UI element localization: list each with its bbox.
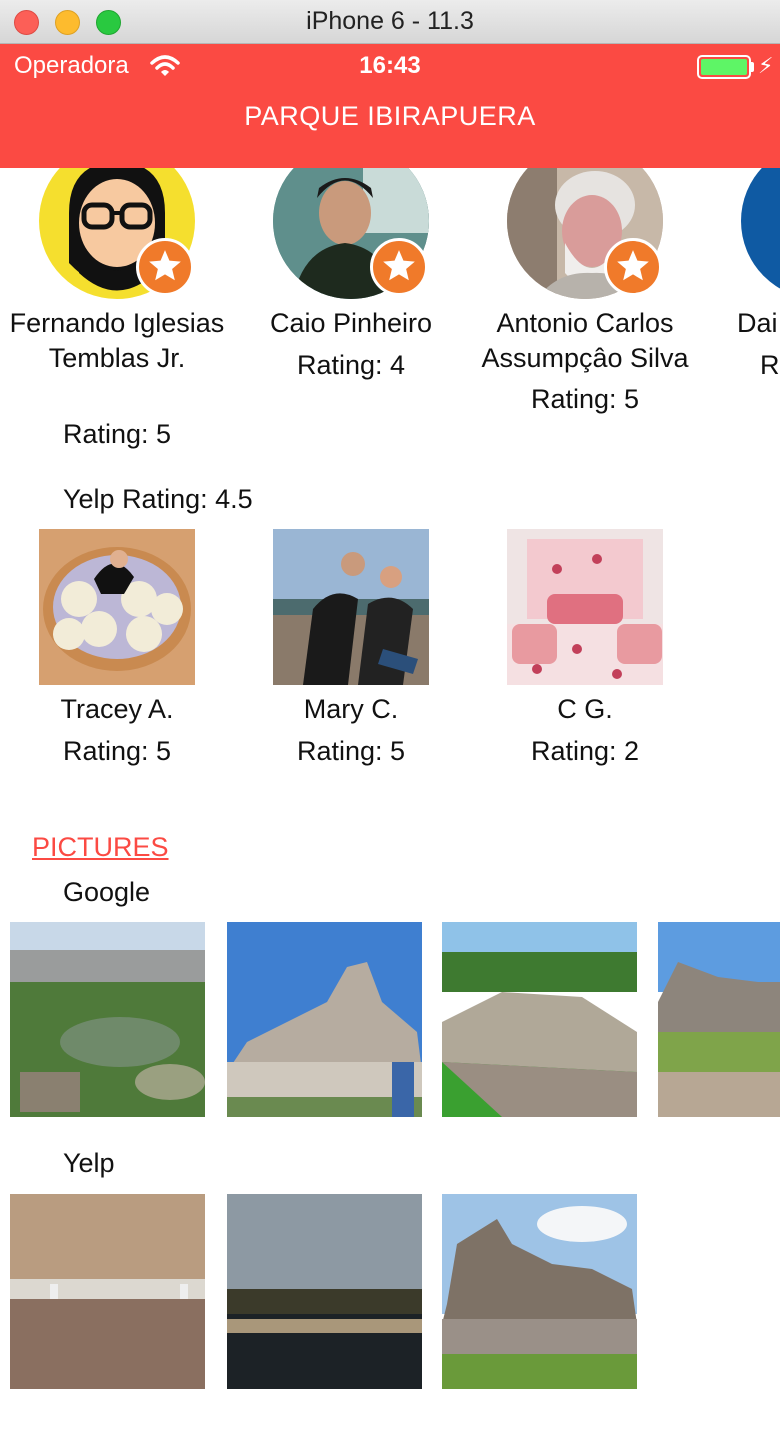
google-photo-4[interactable] bbox=[658, 922, 780, 1117]
star-badge-icon bbox=[136, 238, 194, 296]
status-time: 16:43 bbox=[359, 52, 421, 79]
user-name: Antonio Carlos Assumpçâo Silva bbox=[481, 308, 689, 373]
user-rating: Ra bbox=[760, 350, 780, 380]
reviewer-rating: Rating: 5 bbox=[62, 736, 172, 766]
navigation-bar: PARQUE IBIRAPUERA bbox=[0, 88, 780, 168]
star-badge-icon bbox=[604, 238, 662, 296]
battery-tip bbox=[751, 62, 754, 72]
status-bar: Operadora 16:43 ⚡ bbox=[0, 44, 780, 88]
reviewer-rating: Rating: 2 bbox=[530, 736, 640, 766]
user-name: Dai bbox=[737, 308, 778, 338]
window-titlebar: iPhone 6 - 11.3 bbox=[0, 0, 780, 44]
reviewer-name: Mary C. bbox=[303, 694, 399, 724]
yelp-photo-3[interactable] bbox=[442, 1194, 637, 1389]
user-name: Fernando Iglesias Temblas Jr. bbox=[9, 308, 225, 373]
battery-icon bbox=[697, 55, 751, 79]
window-title: iPhone 6 - 11.3 bbox=[306, 7, 474, 35]
google-photo-2[interactable] bbox=[227, 922, 422, 1117]
yelp-photo-1[interactable] bbox=[10, 1194, 205, 1389]
google-photo-3[interactable] bbox=[442, 922, 637, 1117]
google-pictures-label: Google bbox=[63, 877, 151, 907]
reviewer-name: Tracey A. bbox=[60, 694, 174, 724]
user-rating: Rating: 5 bbox=[530, 384, 640, 414]
user-rating: Rating: 5 bbox=[62, 419, 172, 449]
user-avatar-dai[interactable] bbox=[741, 168, 780, 299]
star-badge-icon bbox=[370, 238, 428, 296]
reviewer-rating: Rating: 5 bbox=[296, 736, 406, 766]
user-name: Caio Pinheiro bbox=[269, 308, 433, 338]
review-photo-mary[interactable] bbox=[273, 529, 429, 685]
review-photo-tracey[interactable] bbox=[39, 529, 195, 685]
page-title: PARQUE IBIRAPUERA bbox=[244, 101, 536, 131]
user-rating: Rating: 4 bbox=[296, 350, 406, 380]
google-photo-1[interactable] bbox=[10, 922, 205, 1117]
review-photo-cg[interactable] bbox=[507, 529, 663, 685]
reviewer-name: C G. bbox=[557, 694, 613, 724]
yelp-rating-label: Yelp Rating: 4.5 bbox=[63, 484, 253, 514]
yelp-photo-2[interactable] bbox=[227, 1194, 422, 1389]
yelp-pictures-label: Yelp bbox=[63, 1148, 115, 1178]
scroll-content[interactable]: Fernando Iglesias Temblas Jr. Rating: 5 … bbox=[0, 168, 780, 1430]
pictures-link[interactable]: PICTURES bbox=[32, 832, 169, 863]
charging-bolt-icon: ⚡ bbox=[758, 53, 774, 78]
